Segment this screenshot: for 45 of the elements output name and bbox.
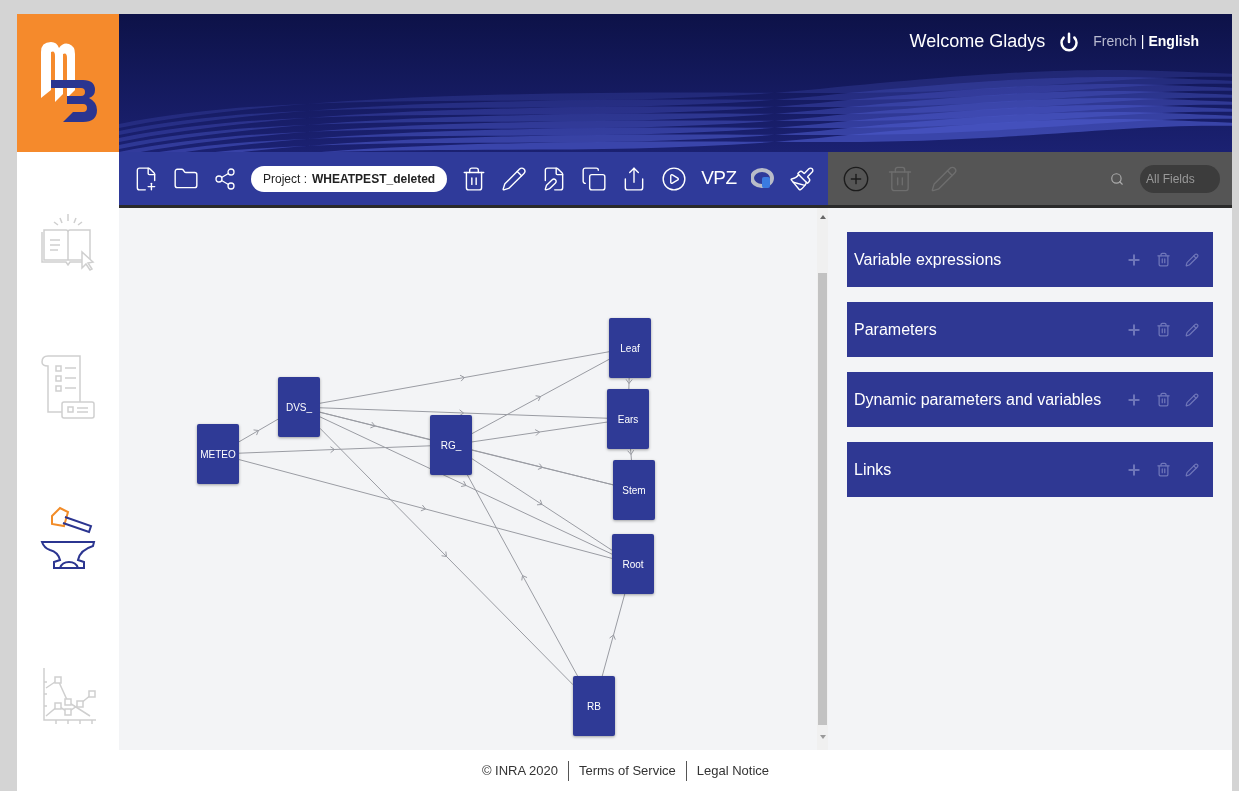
model-node[interactable]: RB bbox=[573, 676, 615, 736]
model-node[interactable]: Stem bbox=[613, 460, 655, 520]
section-title: Parameters bbox=[854, 319, 938, 340]
plus-icon[interactable] bbox=[1126, 251, 1142, 268]
connector-arrow bbox=[625, 377, 633, 390]
plus-icon[interactable] bbox=[1126, 391, 1142, 408]
ring-icon[interactable] bbox=[750, 167, 775, 190]
language-link[interactable]: English bbox=[1148, 31, 1199, 52]
language-link[interactable]: French bbox=[1093, 31, 1137, 52]
play-icon[interactable] bbox=[661, 165, 688, 192]
scroll-down-icon[interactable] bbox=[819, 735, 826, 739]
project-label: Project : bbox=[263, 170, 307, 188]
plus-icon[interactable] bbox=[1126, 321, 1142, 338]
section-title: Links bbox=[854, 459, 893, 480]
model-node[interactable]: Ears bbox=[607, 389, 649, 449]
add-circle-icon[interactable] bbox=[842, 164, 870, 193]
language-separator: | bbox=[1140, 32, 1145, 51]
model-node[interactable]: Leaf bbox=[609, 318, 651, 378]
model-node[interactable]: RG_ bbox=[430, 415, 472, 475]
model-node[interactable]: DVS_ bbox=[278, 377, 320, 437]
copyright-text: © INRA 2020 bbox=[481, 761, 558, 780]
plus-icon[interactable] bbox=[1126, 461, 1142, 478]
copy-icon[interactable] bbox=[581, 165, 608, 192]
pencil-icon[interactable] bbox=[501, 165, 528, 192]
section-title: Dynamic parameters and variables bbox=[854, 389, 1103, 410]
model-node[interactable]: METEO bbox=[197, 424, 239, 484]
paintbrush-icon[interactable] bbox=[788, 165, 815, 192]
connector-arrow bbox=[627, 448, 635, 461]
model-node[interactable]: Root bbox=[612, 534, 654, 594]
welcome-message: Welcome Gladys bbox=[909, 30, 1046, 53]
footer-link[interactable]: Legal Notice bbox=[696, 760, 770, 781]
project-name: WHEATPEST_deleted bbox=[312, 170, 436, 188]
share-nodes-icon[interactable] bbox=[213, 166, 237, 191]
search-field[interactable]: All Fields bbox=[1140, 164, 1220, 193]
section-header[interactable]: Dynamic parameters and variables bbox=[847, 372, 1213, 427]
search-icon bbox=[1110, 171, 1124, 186]
section-header[interactable]: Parameters bbox=[847, 302, 1213, 357]
power-icon[interactable] bbox=[1059, 31, 1080, 52]
section-header[interactable]: Links bbox=[847, 442, 1213, 497]
vpz-button[interactable]: VPZ bbox=[701, 164, 737, 193]
section-title: Variable expressions bbox=[854, 249, 1003, 270]
footer-link[interactable]: Terms of Service bbox=[579, 760, 676, 781]
scrollbar[interactable] bbox=[817, 208, 828, 750]
scroll-up-icon[interactable] bbox=[819, 215, 826, 219]
section-header[interactable]: Variable expressions bbox=[847, 232, 1213, 287]
